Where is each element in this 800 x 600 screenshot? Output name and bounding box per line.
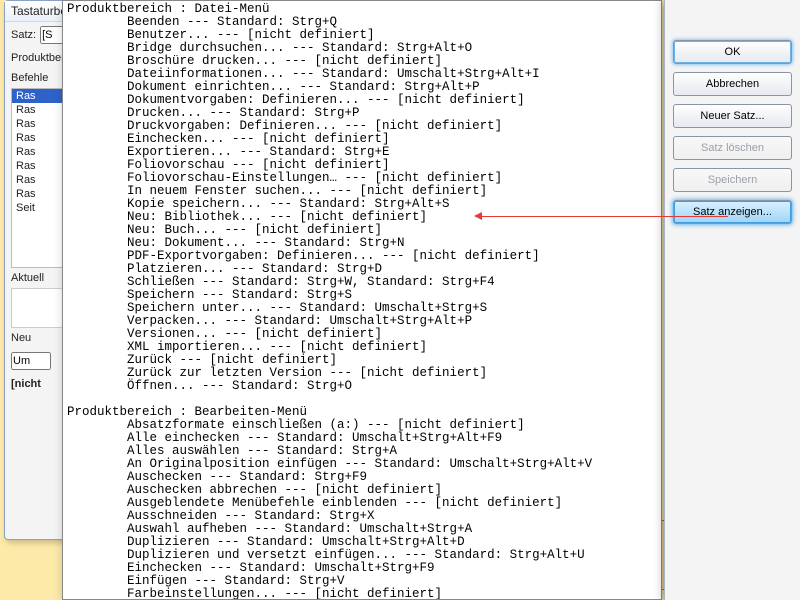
new-set-button[interactable]: Neuer Satz... [673,104,792,128]
um-input[interactable] [11,352,51,370]
shortcut-listing-panel: Produktbereich : Datei-Menü Beenden --- … [62,0,662,600]
nicht-label: [nicht [11,378,41,390]
save-button: Speichern [673,168,792,192]
right-button-panel: OK Abbrechen Neuer Satz... Satz löschen … [664,0,800,600]
neu-label: Neu [11,332,31,344]
delete-set-button: Satz löschen [673,136,792,160]
ok-button[interactable]: OK [673,40,792,64]
cancel-button[interactable]: Abbrechen [673,72,792,96]
show-set-button[interactable]: Satz anzeigen... [673,200,792,224]
satz-label: Satz: [11,29,36,41]
befehle-label: Befehle [11,72,48,84]
shortcut-listing-scroll[interactable]: Produktbereich : Datei-Menü Beenden --- … [63,1,661,599]
shortcut-listing-text: Produktbereich : Datei-Menü Beenden --- … [63,1,661,599]
aktuell-label: Aktuell [11,272,44,284]
